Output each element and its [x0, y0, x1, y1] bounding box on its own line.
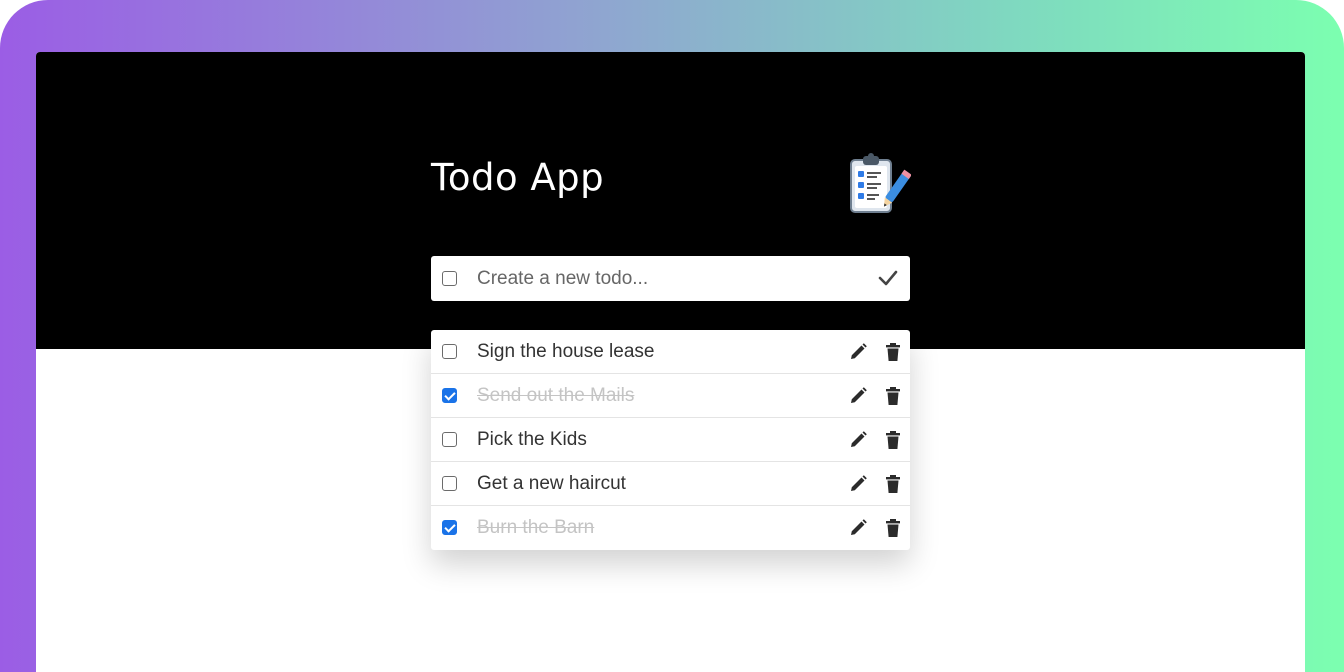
- new-todo-bar: [431, 256, 910, 301]
- pencil-icon[interactable]: [848, 342, 868, 362]
- trash-icon[interactable]: [884, 386, 902, 406]
- clipboard-checklist-icon: [845, 150, 912, 216]
- trash-icon[interactable]: [884, 474, 902, 494]
- todo-text: Sign the house lease: [477, 341, 655, 362]
- pencil-icon[interactable]: [848, 430, 868, 450]
- todo-checkbox[interactable]: [442, 520, 457, 535]
- header-banner: [36, 52, 1305, 349]
- todo-item: Get a new haircut: [431, 462, 910, 506]
- todo-item: Send out the Mails: [431, 374, 910, 418]
- todo-text: Send out the Mails: [477, 385, 635, 406]
- trash-icon[interactable]: [884, 430, 902, 450]
- todo-item: Pick the Kids: [431, 418, 910, 462]
- app-window: Todo App Create a new todo... Sign the h…: [36, 52, 1305, 672]
- pencil-icon[interactable]: [848, 386, 868, 406]
- pencil-icon[interactable]: [848, 518, 868, 538]
- new-todo-checkbox[interactable]: [442, 271, 457, 286]
- background-gradient-frame: Todo App Create a new todo... Sign the h…: [0, 0, 1344, 672]
- todo-item: Sign the house lease: [431, 330, 910, 374]
- todo-text: Pick the Kids: [477, 429, 587, 450]
- todo-checkbox[interactable]: [442, 476, 457, 491]
- todo-text: Get a new haircut: [477, 473, 626, 494]
- check-icon[interactable]: [878, 268, 898, 288]
- todo-item: Burn the Barn: [431, 506, 910, 550]
- trash-icon[interactable]: [884, 342, 902, 362]
- trash-icon[interactable]: [884, 518, 902, 538]
- todo-checkbox[interactable]: [442, 344, 457, 359]
- pencil-icon[interactable]: [848, 474, 868, 494]
- todo-checkbox[interactable]: [442, 432, 457, 447]
- new-todo-input[interactable]: [477, 256, 857, 301]
- app-title: Todo App: [431, 156, 605, 199]
- todo-text: Burn the Barn: [477, 517, 595, 538]
- todo-checkbox[interactable]: [442, 388, 457, 403]
- todo-list: Sign the house lease Send out the Mails …: [431, 330, 910, 550]
